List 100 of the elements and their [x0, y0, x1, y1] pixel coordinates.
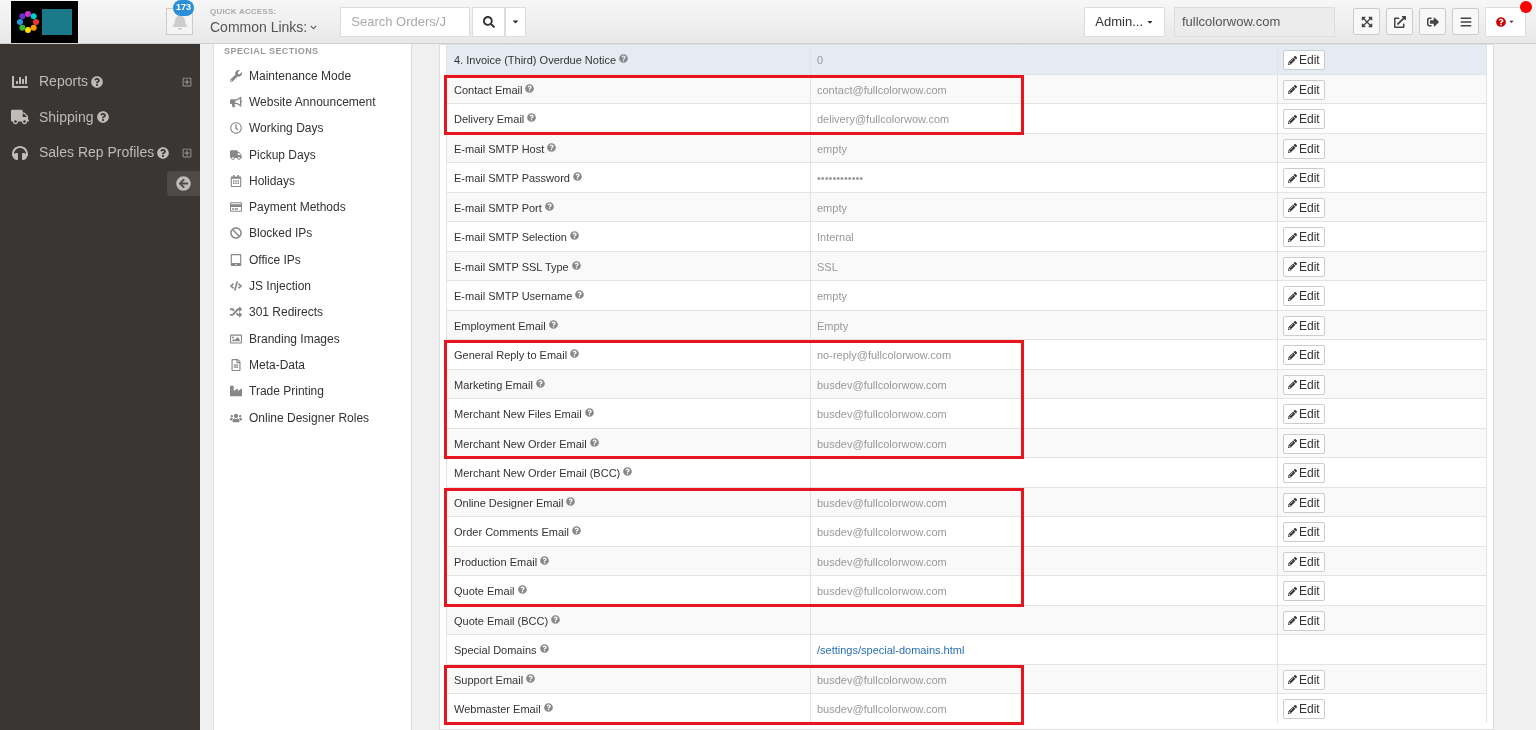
edit-button[interactable]: Edit — [1283, 345, 1325, 365]
expand-icon[interactable] — [182, 147, 192, 158]
help-icon[interactable] — [566, 496, 576, 506]
pencil-icon — [1288, 409, 1297, 419]
search-field[interactable]: Search Orders/J — [340, 6, 471, 37]
help-icon[interactable] — [543, 703, 553, 712]
help-icon[interactable] — [547, 142, 557, 152]
setting-value: busdev@fullcolorwow.com — [817, 408, 947, 420]
setting-value: busdev@fullcolorwow.com — [817, 496, 947, 509]
help-icon[interactable] — [526, 673, 536, 683]
help-icon[interactable] — [619, 54, 628, 63]
help-icon[interactable] — [527, 113, 537, 122]
help-icon[interactable] — [575, 290, 585, 299]
help-icon[interactable] — [551, 614, 561, 624]
section-menu-item[interactable]: Holidays — [224, 167, 411, 194]
admin-dropdown[interactable]: Admin... — [1084, 6, 1165, 37]
section-menu-item[interactable]: Maintenance Mode — [224, 62, 411, 89]
pencil-icon — [1288, 321, 1297, 330]
help-icon[interactable] — [535, 378, 545, 388]
help-icon[interactable] — [589, 437, 599, 447]
search-button[interactable] — [472, 6, 506, 37]
common-links-dropdown[interactable]: Common Links: — [210, 16, 318, 38]
section-menu-item[interactable]: Payment Methods — [224, 194, 411, 221]
edit-button[interactable]: Edit — [1283, 522, 1325, 542]
edit-button[interactable]: Edit — [1283, 669, 1325, 690]
section-menu-item[interactable]: Trade Printing — [224, 378, 411, 405]
edit-button[interactable]: Edit — [1283, 227, 1325, 247]
section-menu-item[interactable]: Online Designer Roles — [224, 404, 411, 431]
help-icon[interactable] — [584, 408, 594, 417]
section-menu-item[interactable]: 301 Redirects — [224, 299, 411, 326]
setting-label: E-mail SMTP Username — [454, 289, 573, 304]
section-menu-item[interactable]: Website Announcement — [224, 88, 411, 116]
edit-button[interactable]: Edit — [1283, 404, 1325, 424]
help-icon[interactable] — [571, 260, 581, 270]
section-menu-item[interactable]: Working Days — [224, 115, 411, 142]
edit-button[interactable]: Edit — [1283, 463, 1325, 483]
edit-button[interactable]: Edit — [1283, 374, 1325, 395]
section-menu-item[interactable]: Office IPs — [224, 246, 411, 273]
help-icon[interactable] — [570, 349, 580, 358]
edit-button[interactable]: Edit — [1283, 197, 1325, 218]
chevron-down-icon — [310, 23, 318, 31]
pencil-icon — [1288, 144, 1297, 153]
help-icon[interactable] — [623, 467, 633, 476]
edit-button[interactable]: Edit — [1283, 109, 1325, 129]
edit-button[interactable]: Edit — [1283, 433, 1325, 454]
edit-button[interactable]: Edit — [1283, 551, 1325, 572]
collapse-sidebar-button[interactable] — [167, 171, 200, 196]
sidebar-item[interactable]: Reports — [0, 64, 200, 100]
setting-label: Special Domains — [454, 643, 537, 658]
setting-label: E-mail SMTP Host — [454, 141, 545, 157]
section-menu-item[interactable]: Pickup Days — [224, 141, 411, 168]
fullscreen-icon — [1360, 15, 1373, 28]
section-menu-item[interactable]: JS Injection — [224, 272, 411, 300]
help-icon[interactable] — [544, 201, 554, 211]
help-icon[interactable] — [525, 83, 535, 93]
sidebar-item[interactable]: Shipping — [0, 99, 200, 135]
edit-button[interactable]: Edit — [1283, 492, 1325, 513]
section-menu-item[interactable]: Branding Images — [224, 325, 411, 352]
edit-button[interactable]: Edit — [1283, 168, 1325, 188]
megaphone-icon — [230, 95, 242, 108]
sign-out-button[interactable] — [1419, 8, 1446, 35]
external-link-button[interactable] — [1386, 8, 1413, 35]
notification-count-badge: 173 — [173, 0, 195, 16]
edit-button[interactable]: Edit — [1283, 699, 1325, 719]
setting-value: 0 — [817, 54, 824, 66]
edit-button[interactable]: Edit — [1283, 50, 1325, 70]
setting-label: Marketing Email — [454, 377, 533, 393]
edit-button[interactable]: Edit — [1283, 79, 1325, 100]
edit-button[interactable]: Edit — [1283, 138, 1325, 159]
help-icon[interactable] — [572, 172, 582, 181]
edit-button[interactable]: Edit — [1283, 286, 1325, 306]
pencil-icon — [1288, 85, 1297, 94]
help-icon[interactable] — [539, 644, 549, 653]
help-icon[interactable] — [548, 319, 558, 329]
setting-label: Order Comments Email — [454, 525, 569, 540]
help-dropdown[interactable] — [1485, 6, 1526, 37]
setting-label: E-mail SMTP Password — [454, 171, 570, 186]
arrow-left-icon — [176, 176, 191, 191]
menu-button[interactable] — [1452, 8, 1479, 35]
edit-button[interactable]: Edit — [1283, 315, 1325, 336]
expand-icon[interactable] — [182, 76, 192, 87]
help-icon[interactable] — [517, 585, 527, 594]
document-icon — [230, 358, 242, 371]
code-icon — [230, 280, 242, 292]
sign-out-icon — [1426, 15, 1439, 28]
edit-button[interactable]: Edit — [1283, 610, 1325, 631]
domain-field: fullcolorwow.com — [1174, 6, 1335, 37]
logo-drawing[interactable] — [11, 0, 78, 43]
help-icon[interactable] — [540, 555, 550, 565]
setting-value: busdev@fullcolorwow.com — [817, 437, 947, 450]
edit-button[interactable]: Edit — [1283, 256, 1325, 277]
section-menu-item[interactable]: Blocked IPs — [224, 220, 411, 247]
section-menu-item[interactable]: Meta-Data — [224, 351, 411, 379]
sidebar-item[interactable]: Sales Rep Profiles — [0, 135, 200, 171]
help-icon[interactable] — [569, 231, 579, 240]
fullscreen-button[interactable] — [1353, 8, 1380, 35]
setting-value: Internal — [817, 231, 854, 243]
help-icon[interactable] — [571, 526, 581, 535]
settings-link[interactable]: /settings/special-domains.html — [817, 644, 965, 656]
edit-button[interactable]: Edit — [1283, 581, 1325, 601]
